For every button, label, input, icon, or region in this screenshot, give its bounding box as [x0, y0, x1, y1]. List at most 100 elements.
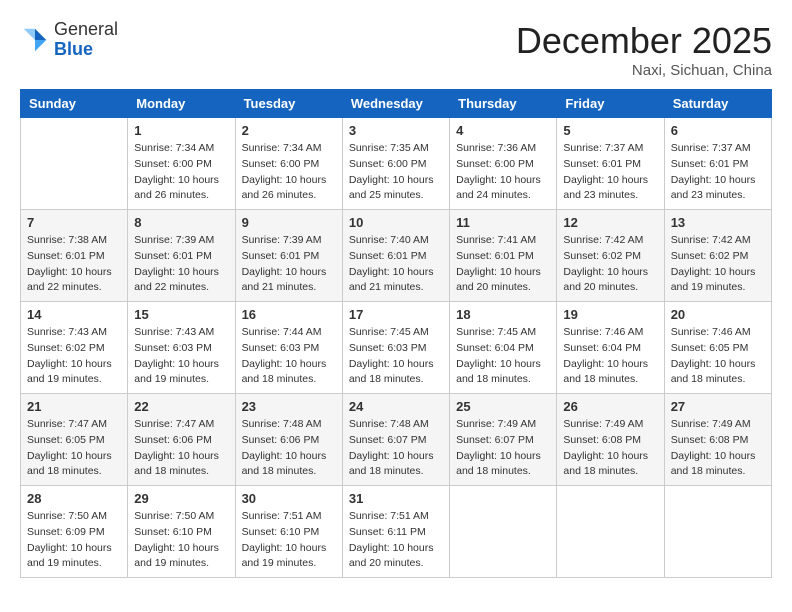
table-row: 30 Sunrise: 7:51 AM Sunset: 6:10 PM Dayli…: [235, 486, 342, 578]
day-number: 26: [563, 399, 657, 414]
day-number: 16: [242, 307, 336, 322]
day-number: 22: [134, 399, 228, 414]
calendar: Sunday Monday Tuesday Wednesday Thursday…: [20, 89, 772, 578]
day-number: 5: [563, 123, 657, 138]
day-info: Sunrise: 7:48 AM Sunset: 6:07 PM Dayligh…: [349, 417, 443, 480]
day-number: 12: [563, 215, 657, 230]
day-number: 29: [134, 491, 228, 506]
day-info: Sunrise: 7:48 AM Sunset: 6:06 PM Dayligh…: [242, 417, 336, 480]
day-info: Sunrise: 7:34 AM Sunset: 6:00 PM Dayligh…: [134, 141, 228, 204]
table-row: 21Sunrise: 7:47 AM Sunset: 6:05 PM Dayli…: [21, 394, 128, 486]
table-row: 13 Sunrise: 7:42 AM Sunset: 6:02 PM Dayli…: [664, 210, 771, 302]
day-info: Sunrise: 7:40 AM Sunset: 6:01 PM Dayligh…: [349, 233, 443, 296]
month-title: December 2025: [516, 20, 772, 62]
day-number: 19: [563, 307, 657, 322]
day-number: 8: [134, 215, 228, 230]
day-info: Sunrise: 7:37 AM Sunset: 6:01 PM Dayligh…: [563, 141, 657, 204]
day-number: 30: [242, 491, 336, 506]
day-number: 23: [242, 399, 336, 414]
table-row: 16 Sunrise: 7:44 AM Sunset: 6:03 PM Dayli…: [235, 302, 342, 394]
day-info: Sunrise: 7:42 AM Sunset: 6:02 PM Dayligh…: [671, 233, 765, 296]
table-row: 6Sunrise: 7:37 AM Sunset: 6:01 PM Daylig…: [664, 118, 771, 210]
col-friday: Friday: [557, 90, 664, 118]
day-info: Sunrise: 7:49 AM Sunset: 6:08 PM Dayligh…: [671, 417, 765, 480]
day-info: Sunrise: 7:41 AM Sunset: 6:01 PM Dayligh…: [456, 233, 550, 296]
col-monday: Monday: [128, 90, 235, 118]
day-info: Sunrise: 7:50 AM Sunset: 6:10 PM Dayligh…: [134, 509, 228, 572]
table-row: 25 Sunrise: 7:49 AM Sunset: 6:07 PM Dayli…: [450, 394, 557, 486]
week-row-3: 21Sunrise: 7:47 AM Sunset: 6:05 PM Dayli…: [21, 394, 772, 486]
day-info: Sunrise: 7:47 AM Sunset: 6:06 PM Dayligh…: [134, 417, 228, 480]
day-info: Sunrise: 7:44 AM Sunset: 6:03 PM Dayligh…: [242, 325, 336, 388]
table-row: 10Sunrise: 7:40 AM Sunset: 6:01 PM Dayli…: [342, 210, 449, 302]
table-row: 14Sunrise: 7:43 AM Sunset: 6:02 PM Dayli…: [21, 302, 128, 394]
col-thursday: Thursday: [450, 90, 557, 118]
day-number: 17: [349, 307, 443, 322]
day-info: Sunrise: 7:51 AM Sunset: 6:11 PM Dayligh…: [349, 509, 443, 572]
day-number: 25: [456, 399, 550, 414]
day-number: 11: [456, 215, 550, 230]
day-number: 13: [671, 215, 765, 230]
day-info: Sunrise: 7:34 AM Sunset: 6:00 PM Dayligh…: [242, 141, 336, 204]
logo-blue: Blue: [54, 39, 93, 59]
header-row: Sunday Monday Tuesday Wednesday Thursday…: [21, 90, 772, 118]
table-row: 5 Sunrise: 7:37 AM Sunset: 6:01 PM Daylig…: [557, 118, 664, 210]
table-row: 27 Sunrise: 7:49 AM Sunset: 6:08 PM Dayli…: [664, 394, 771, 486]
table-row: 11 Sunrise: 7:41 AM Sunset: 6:01 PM Dayli…: [450, 210, 557, 302]
week-row-2: 14Sunrise: 7:43 AM Sunset: 6:02 PM Dayli…: [21, 302, 772, 394]
day-info: Sunrise: 7:46 AM Sunset: 6:04 PM Dayligh…: [563, 325, 657, 388]
day-info: Sunrise: 7:46 AM Sunset: 6:05 PM Dayligh…: [671, 325, 765, 388]
day-number: 7: [27, 215, 121, 230]
col-saturday: Saturday: [664, 90, 771, 118]
day-info: Sunrise: 7:36 AM Sunset: 6:00 PM Dayligh…: [456, 141, 550, 204]
table-row: 15Sunrise: 7:43 AM Sunset: 6:03 PM Dayli…: [128, 302, 235, 394]
day-info: Sunrise: 7:35 AM Sunset: 6:00 PM Dayligh…: [349, 141, 443, 204]
subtitle: Naxi, Sichuan, China: [516, 62, 772, 79]
table-row: 4 Sunrise: 7:36 AM Sunset: 6:00 PM Daylig…: [450, 118, 557, 210]
table-row: 22 Sunrise: 7:47 AM Sunset: 6:06 PM Dayli…: [128, 394, 235, 486]
week-row-1: 7 Sunrise: 7:38 AM Sunset: 6:01 PM Daylig…: [21, 210, 772, 302]
logo-general: General: [54, 19, 118, 39]
table-row: 23 Sunrise: 7:48 AM Sunset: 6:06 PM Dayli…: [235, 394, 342, 486]
logo: General Blue: [20, 20, 118, 60]
day-number: 27: [671, 399, 765, 414]
day-info: Sunrise: 7:43 AM Sunset: 6:03 PM Dayligh…: [134, 325, 228, 388]
day-number: 3: [349, 123, 443, 138]
day-number: 18: [456, 307, 550, 322]
table-row: 29 Sunrise: 7:50 AM Sunset: 6:10 PM Dayli…: [128, 486, 235, 578]
day-number: 28: [27, 491, 121, 506]
table-row: [557, 486, 664, 578]
page-container: General Blue December 2025 Naxi, Sichuan…: [20, 20, 772, 578]
day-info: Sunrise: 7:42 AM Sunset: 6:02 PM Dayligh…: [563, 233, 657, 296]
day-info: Sunrise: 7:47 AM Sunset: 6:05 PM Dayligh…: [27, 417, 121, 480]
day-info: Sunrise: 7:51 AM Sunset: 6:10 PM Dayligh…: [242, 509, 336, 572]
day-info: Sunrise: 7:38 AM Sunset: 6:01 PM Dayligh…: [27, 233, 121, 296]
day-info: Sunrise: 7:45 AM Sunset: 6:03 PM Dayligh…: [349, 325, 443, 388]
day-info: Sunrise: 7:49 AM Sunset: 6:08 PM Dayligh…: [563, 417, 657, 480]
table-row: 24 Sunrise: 7:48 AM Sunset: 6:07 PM Dayli…: [342, 394, 449, 486]
day-info: Sunrise: 7:39 AM Sunset: 6:01 PM Dayligh…: [242, 233, 336, 296]
day-info: Sunrise: 7:39 AM Sunset: 6:01 PM Dayligh…: [134, 233, 228, 296]
day-number: 4: [456, 123, 550, 138]
day-number: 6: [671, 123, 765, 138]
logo-icon: [20, 25, 50, 55]
col-tuesday: Tuesday: [235, 90, 342, 118]
day-number: 31: [349, 491, 443, 506]
table-row: 17 Sunrise: 7:45 AM Sunset: 6:03 PM Dayli…: [342, 302, 449, 394]
header: General Blue December 2025 Naxi, Sichuan…: [20, 20, 772, 79]
table-row: [664, 486, 771, 578]
logo-text: General Blue: [54, 20, 118, 60]
table-row: 2Sunrise: 7:34 AM Sunset: 6:00 PM Daylig…: [235, 118, 342, 210]
col-wednesday: Wednesday: [342, 90, 449, 118]
table-row: 20Sunrise: 7:46 AM Sunset: 6:05 PM Dayli…: [664, 302, 771, 394]
day-number: 24: [349, 399, 443, 414]
table-row: 31 Sunrise: 7:51 AM Sunset: 6:11 PM Dayli…: [342, 486, 449, 578]
table-row: [21, 118, 128, 210]
week-row-0: 1Sunrise: 7:34 AM Sunset: 6:00 PM Daylig…: [21, 118, 772, 210]
table-row: 1Sunrise: 7:34 AM Sunset: 6:00 PM Daylig…: [128, 118, 235, 210]
day-info: Sunrise: 7:49 AM Sunset: 6:07 PM Dayligh…: [456, 417, 550, 480]
day-info: Sunrise: 7:45 AM Sunset: 6:04 PM Dayligh…: [456, 325, 550, 388]
title-block: December 2025 Naxi, Sichuan, China: [516, 20, 772, 79]
table-row: 9Sunrise: 7:39 AM Sunset: 6:01 PM Daylig…: [235, 210, 342, 302]
table-row: 19 Sunrise: 7:46 AM Sunset: 6:04 PM Dayli…: [557, 302, 664, 394]
